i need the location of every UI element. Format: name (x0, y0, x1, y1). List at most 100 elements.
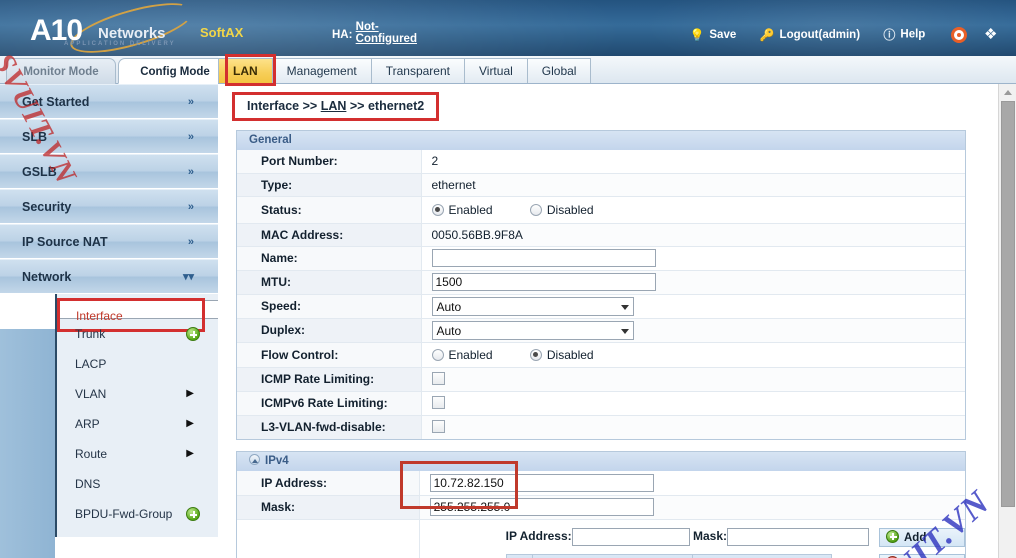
sidebar-item-network[interactable]: Network ▾▾ (0, 259, 218, 294)
add-button[interactable]: Add (879, 527, 965, 547)
sidebar-item-slb[interactable]: SLB » (0, 119, 218, 154)
sidebar-item-interface[interactable]: Interface ▶ (57, 298, 218, 332)
breadcrumb-lan[interactable]: LAN (321, 99, 347, 113)
tab-virtual[interactable]: Virtual (464, 58, 528, 84)
help-icon: ⓘ (883, 28, 896, 42)
l3-vlan-fwd-disable-checkbox[interactable] (431, 420, 445, 434)
general-panel-header[interactable]: General (237, 131, 965, 150)
logout-button[interactable]: 🔑 Logout(admin) (760, 28, 860, 42)
ha-value-line2[interactable]: Configured (356, 33, 417, 46)
breadcrumb: Interface >> LAN >> ethernet2 (232, 92, 440, 121)
speed-select[interactable]: Auto (431, 296, 634, 316)
chevron-down-icon (620, 328, 629, 334)
flow-enabled-radio[interactable] (431, 348, 444, 361)
tab-global[interactable]: Global (527, 58, 592, 84)
breadcrumb-wrap: Interface >> LAN >> ethernet2 (232, 92, 440, 121)
ha-value-line1[interactable]: Not- (356, 21, 417, 34)
sidebar-label-slb: SLB (22, 130, 47, 144)
name-input[interactable] (431, 249, 656, 267)
duplex-selected-value: Auto (436, 323, 462, 338)
main-content: Interface >> LAN >> ethernet2 General Po… (218, 84, 998, 558)
tab-lan[interactable]: LAN (218, 58, 273, 84)
flow-disabled-radio[interactable] (529, 348, 542, 361)
delete-button-cell: Delete (869, 549, 965, 558)
add-plus-icon[interactable] (186, 327, 200, 341)
sidebar-label-vlan: VLAN (75, 387, 107, 401)
status-enabled-radio[interactable] (431, 203, 444, 216)
breadcrumb-root[interactable]: Interface (247, 99, 299, 113)
add-button-label: Add (904, 531, 927, 544)
ipv4-form-table: IP Address: Mask: (237, 471, 965, 558)
inline-ip-address-label: IP Address: (505, 529, 572, 544)
sidebar-item-gslb[interactable]: GSLB » (0, 154, 218, 189)
ipv4-inline-inputs: IP Address: Mask: (430, 526, 869, 549)
logout-label: Logout(admin) (779, 28, 861, 41)
scrollbar-thumb[interactable] (1001, 101, 1015, 507)
lifebuoy-icon[interactable] (950, 26, 967, 43)
ip-address-column-header: IP Address (532, 554, 693, 558)
mtu-value-cell (421, 270, 965, 295)
save-button[interactable]: 💡 Save (689, 28, 736, 42)
sidebar-item-get-started[interactable]: Get Started » (0, 84, 218, 119)
delete-button[interactable]: Delete (879, 553, 965, 558)
ipv4-mask-input[interactable] (429, 498, 654, 516)
ha-label: HA: (332, 29, 353, 41)
status-disabled-radio[interactable] (529, 203, 542, 216)
sidebar-item-dns[interactable]: DNS (57, 469, 218, 499)
sidebar-label-dns: DNS (75, 477, 101, 491)
ipv4-ip-address-input[interactable] (429, 473, 654, 492)
scroll-up-arrow-icon[interactable] (999, 84, 1016, 99)
ipv4-panel-header[interactable]: IPv4 (237, 452, 965, 471)
general-panel-title: General (249, 134, 292, 146)
inline-mask-input[interactable] (727, 528, 869, 546)
help-label: Help (900, 28, 926, 41)
sidebar-item-route[interactable]: Route ▶ (57, 439, 218, 469)
table-row: Status: Enabled Disabled (237, 196, 965, 224)
mode-tab-bar: Monitor Mode Config Mode (0, 56, 235, 84)
sidebar-item-arp[interactable]: ARP ▶ (57, 409, 218, 439)
ipv4-panel-title: IPv4 (265, 455, 289, 467)
ipv4-add-row-cell: IP Address: Mask: Add (419, 519, 965, 558)
chevron-right-icon: » (187, 131, 194, 143)
table-row: IP Address: Mask: Add (237, 519, 965, 558)
icmpv6-rate-limiting-checkbox[interactable] (431, 396, 445, 409)
table-row: ICMPv6 Rate Limiting: (237, 391, 965, 416)
tab-management[interactable]: Management (272, 58, 372, 84)
duplex-select[interactable]: Auto (431, 320, 634, 340)
add-plus-icon[interactable] (186, 507, 200, 521)
sidebar-item-ip-source-nat[interactable]: IP Source NAT » (0, 224, 218, 259)
general-form-table: Port Number: 2 Type: ethernet Status: En… (237, 150, 965, 439)
ipv4-ip-address-cell (419, 471, 965, 496)
speed-value-cell: Auto (421, 294, 965, 319)
flow-enabled-label: Enabled (448, 347, 493, 362)
breadcrumb-sep: >> (302, 99, 318, 113)
sidebar-label-route: Route (75, 447, 108, 461)
content-tab-bar: LAN Management Transparent Virtual Globa… (218, 56, 1016, 84)
duplex-value-cell: Auto (421, 318, 965, 343)
expand-icon[interactable]: ❖ (984, 26, 1000, 43)
tab-monitor-mode[interactable]: Monitor Mode (6, 58, 116, 84)
mtu-input[interactable] (431, 273, 656, 291)
ha-value[interactable]: Not- Configured (356, 21, 417, 46)
chevron-right-icon: » (187, 96, 194, 108)
help-button[interactable]: ⓘ Help (883, 26, 925, 43)
inline-ip-address-input[interactable] (571, 528, 690, 546)
type-value: ethernet (421, 173, 965, 197)
ipv4-panel: IPv4 IP Address: Mask: (236, 451, 966, 558)
icmp-rate-limiting-checkbox[interactable] (431, 372, 445, 385)
inline-mask-label: Mask: (692, 529, 727, 544)
mtu-label: MTU: (237, 270, 422, 295)
port-number-label: Port Number: (237, 150, 422, 174)
tab-transparent[interactable]: Transparent (371, 58, 465, 84)
sidebar-item-lacp[interactable]: LACP (57, 349, 218, 379)
sidebar-item-vlan[interactable]: VLAN ▶ (57, 379, 218, 409)
table-row: Flow Control: Enabled Disabled (237, 342, 965, 368)
sidebar-item-trunk[interactable]: Trunk (57, 319, 218, 349)
table-row: Type: ethernet (237, 173, 965, 197)
table-row: MTU: (237, 270, 965, 295)
vertical-scrollbar[interactable] (998, 84, 1016, 558)
sidebar-item-security[interactable]: Security » (0, 189, 218, 224)
tab-config-mode[interactable]: Config Mode (118, 58, 232, 84)
sidebar-item-bpdu-fwd-group[interactable]: BPDU-Fwd-Group (57, 499, 218, 529)
chevron-right-icon: » (187, 201, 194, 213)
